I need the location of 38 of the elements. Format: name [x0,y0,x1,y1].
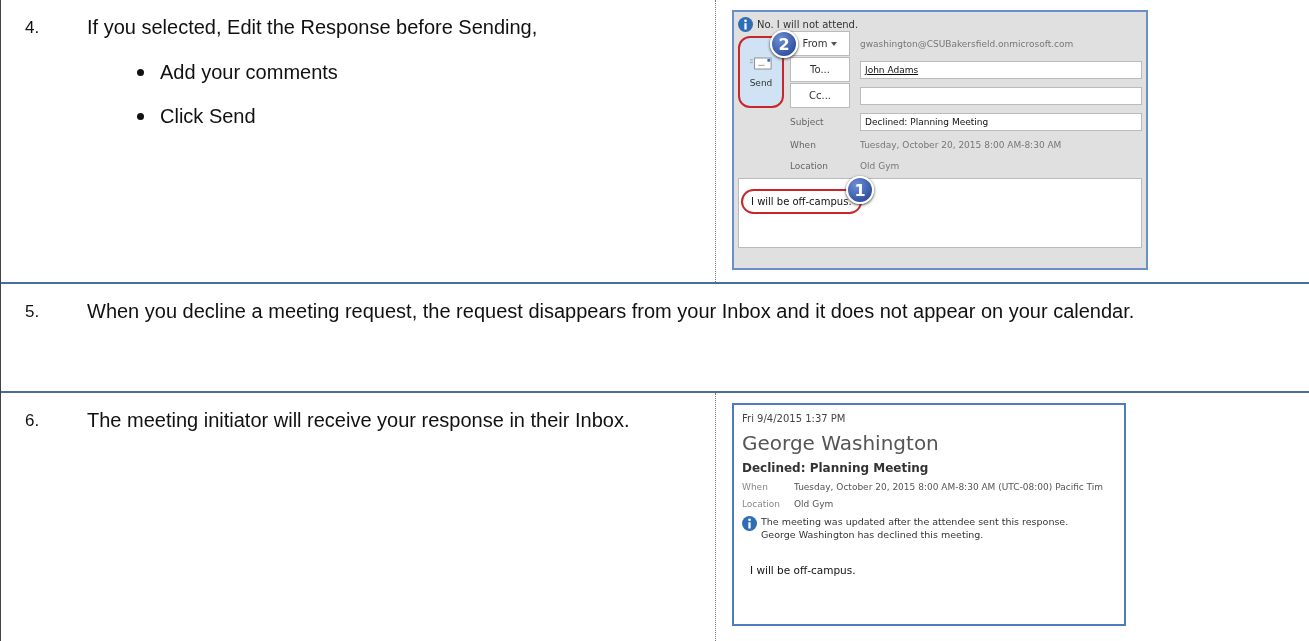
from-button[interactable]: From [790,31,850,56]
from-address: gwashington@CSUBakersfield.onmicrosoft.com [860,38,1074,49]
location-value: Old Gym [860,161,900,171]
step-number: 5. [24,302,41,323]
info-icon [738,16,753,32]
location-value: Old Gym [794,499,834,509]
info-text: No. I will not attend. [757,18,859,30]
bullet-icon [137,68,144,76]
location-label: Location [790,161,830,171]
bullet-text: Click Send [160,104,256,128]
step-text: The meeting initiator will receive your response in their Inbox. [87,408,630,433]
to-button[interactable]: To... [790,57,850,82]
callout-badge: 2 [770,30,798,58]
caret-icon [831,41,838,46]
info-text: The meeting was updated after the attendee sent this response. [761,516,1069,527]
message-date: Fri 9/4/2015 1:37 PM [742,413,846,424]
to-field[interactable]: John Adams [860,60,1142,79]
message-subject: Declined: Planning Meeting [742,461,929,475]
envelope-icon [750,56,772,70]
step-number: 6. [24,411,41,432]
subject-field[interactable]: Declined: Planning Meeting [860,112,1142,131]
info-text: George Washington has declined this meeting. [761,529,984,540]
cc-field[interactable] [860,86,1142,105]
info-icon [742,516,757,531]
when-label: When [742,482,769,492]
bullet-text: Add your comments [160,60,338,84]
step-text: If you selected, Edit the Response before Sending, [87,15,538,40]
when-value: Tuesday, October 20, 2015 8:00 AM-8:30 AM (UTC-08:00) Pacific Tim [794,482,1104,492]
step-text: When you decline a meeting request, the request disappears from your Inbox and it does not appear on your calendar. [87,299,1136,324]
step-number: 4. [24,18,41,39]
when-label: When [790,140,817,150]
subject-label: Subject [790,116,825,127]
cc-button[interactable]: Cc... [790,83,850,108]
location-label: Location [742,499,782,509]
when-value: Tuesday, October 20, 2015 8:00 AM-8:30 AM [860,140,1062,150]
bullet-icon [137,112,144,120]
body-text: I will be off-campus. [750,564,856,576]
sender-name: George Washington [742,431,939,455]
